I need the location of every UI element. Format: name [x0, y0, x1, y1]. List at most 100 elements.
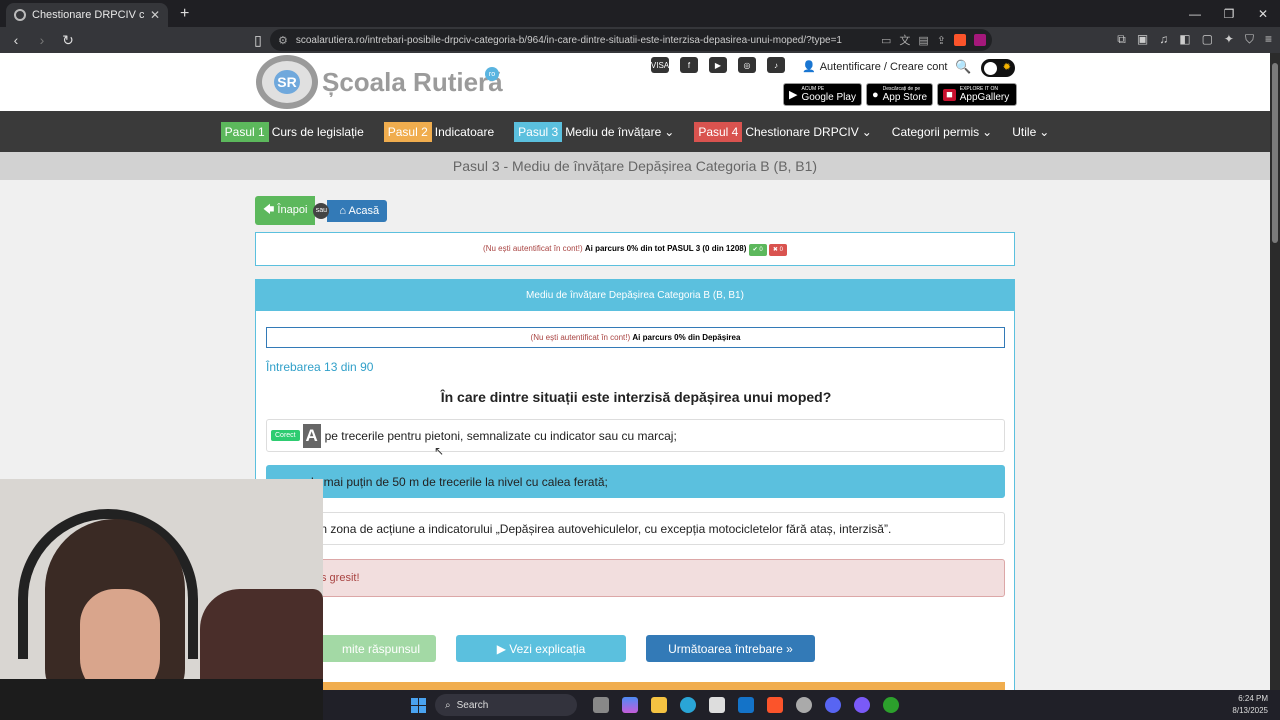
result-alert: s gresit!: [266, 559, 1005, 597]
apple-icon: ●: [871, 88, 879, 101]
menu-icon[interactable]: ≡: [1265, 32, 1272, 47]
nav-pasul-2[interactable]: Pasul 2 Indicatoare: [383, 121, 494, 142]
taskbar-search[interactable]: ⌕ Search: [435, 694, 577, 716]
reload-icon[interactable]: ↻: [58, 32, 78, 49]
reader-icon[interactable]: ▤: [918, 34, 928, 47]
brand-name: Școala Rutieră: [322, 66, 503, 97]
cast-icon[interactable]: ▭: [881, 34, 891, 47]
shield-icon[interactable]: ⛉: [1245, 32, 1254, 47]
screen: Chestionare DRPCIV cat B: În care ✕ + — …: [0, 0, 1280, 720]
answer-text: la mai puțin de 50 m de trecerile la niv…: [311, 474, 608, 489]
brave-shield-icon[interactable]: [954, 34, 966, 46]
next-question-button[interactable]: Următoarea întrebare »: [646, 635, 815, 662]
social-links: VISA f ▶ ◎ ♪: [651, 57, 785, 73]
login-link[interactable]: 👤 Autentificare / Creare cont: [802, 60, 948, 73]
answer-a[interactable]: Corect A pe trecerile pentru pietoni, se…: [266, 419, 1005, 452]
wallet-icon[interactable]: ▣: [1137, 32, 1148, 47]
address-bar[interactable]: ⚙ scoalarutiera.ro/intrebari-posibile-dr…: [270, 29, 992, 51]
store-icon[interactable]: [709, 697, 725, 713]
sidebar-icon[interactable]: ◧: [1179, 32, 1190, 47]
system-clock[interactable]: 6:24 PM 8/13/2025: [1232, 693, 1268, 717]
youtube-icon[interactable]: ▶: [709, 57, 727, 73]
browser-tab[interactable]: Chestionare DRPCIV cat B: În care ✕: [6, 3, 168, 27]
correct-badge: Corect: [271, 430, 300, 441]
close-window-icon[interactable]: ✕: [1246, 0, 1280, 27]
huawei-icon: ■: [943, 88, 956, 101]
answer-text: pe trecerile pentru pietoni, semnalizate…: [324, 428, 677, 443]
wrong-count: ✖ 0: [768, 244, 787, 256]
google-play-badge[interactable]: ▶ ACUM PE Google Play: [783, 83, 862, 106]
brand-badge: ro: [485, 67, 499, 81]
close-tab-icon[interactable]: ✕: [150, 8, 160, 22]
app-store-badge[interactable]: ● Descărcați de pe App Store: [865, 83, 934, 106]
taskbar-apps: [593, 697, 899, 713]
app-store-badges: ▶ ACUM PE Google Play ● Descărcați de pe App…: [783, 83, 1018, 106]
person-shirt: [0, 679, 323, 720]
app-gallery-badge[interactable]: ■ EXPLORE IT ON AppGallery: [937, 83, 1018, 106]
explanation-button[interactable]: ▶ Vezi explicația: [456, 635, 626, 662]
visa-icon: VISA: [651, 57, 669, 73]
tiktok-icon[interactable]: ♪: [767, 57, 785, 73]
question-panel: Mediu de învățare Depășirea Categoria B …: [255, 279, 1015, 690]
answer-b[interactable]: la mai puțin de 50 m de trecerile la niv…: [266, 465, 1005, 498]
media-icon[interactable]: ♫: [1159, 32, 1168, 47]
minimize-icon[interactable]: —: [1178, 0, 1212, 27]
windows-start-icon[interactable]: [411, 698, 426, 713]
main-nav: Pasul 1 Curs de legislație Pasul 2 Indicat…: [0, 111, 1270, 152]
translate-icon[interactable]: 文: [899, 32, 910, 48]
chrome-icon[interactable]: [796, 697, 812, 713]
site-info-icon[interactable]: ⚙: [278, 34, 288, 47]
site-header: SR Școala Rutieră ro VISA f ▶ ◎ ♪ 👤 Auten…: [0, 53, 1270, 111]
answer-text: în zona de acțiune a indicatorului „Depă…: [317, 521, 892, 536]
answer-letter: A: [302, 423, 321, 448]
nav-categorii[interactable]: Categorii permis ⌄: [892, 125, 992, 139]
xbox-icon[interactable]: [883, 697, 899, 713]
question-text: În care dintre situații este interzisă d…: [440, 389, 832, 405]
brave-icon[interactable]: [767, 697, 783, 713]
or-badge: sau: [313, 202, 330, 219]
search-icon: ⌕: [445, 699, 451, 711]
page-scrollbar[interactable]: [1270, 53, 1280, 690]
share-icon[interactable]: ⇪: [937, 34, 946, 47]
home-button[interactable]: ⌂ Acasă: [327, 199, 388, 222]
brave-rewards-icon[interactable]: [974, 34, 986, 46]
theme-toggle[interactable]: ✹: [981, 59, 1015, 77]
discord-icon[interactable]: [825, 697, 841, 713]
page-subtitle: Pasul 3 - Mediu de învățare Depășirea Ca…: [0, 152, 1270, 180]
browser-toolbar: ‹ › ↻ ▯ ⚙ scoalarutiera.ro/intrebari-pos…: [0, 27, 1280, 53]
site-logo[interactable]: SR Școala Rutieră ro: [256, 55, 503, 109]
logo-wheel-icon: SR: [256, 55, 318, 109]
new-tab-icon[interactable]: +: [180, 5, 189, 23]
extensions-bar: ⧉ ▣ ♫ ◧ ▢ ✦ ⛉ ≡: [1117, 32, 1272, 47]
search-icon[interactable]: 🔍: [955, 59, 971, 75]
answer-c[interactable]: în zona de acțiune a indicatorului „Depă…: [266, 512, 1005, 545]
maximize-icon[interactable]: ❐: [1212, 0, 1246, 27]
sun-icon: ✹: [1002, 62, 1011, 73]
user-add-icon: 👤: [802, 61, 816, 73]
copilot-icon[interactable]: [622, 697, 638, 713]
chapter-progress: (Nu ești autentificat în cont!) Ai parcu…: [266, 327, 1005, 348]
forward-icon[interactable]: ›: [32, 32, 52, 48]
bookmark-icon[interactable]: ▯: [248, 32, 268, 49]
back-button[interactable]: 🡄 Înapoi: [255, 196, 316, 225]
nav-pasul-1[interactable]: Pasul 1 Curs de legislație: [220, 121, 364, 142]
play-icon: ▶: [789, 89, 798, 101]
file-explorer-icon[interactable]: [651, 697, 667, 713]
facebook-icon[interactable]: f: [680, 57, 698, 73]
extensions-icon[interactable]: ⧉: [1117, 32, 1126, 47]
nav-pasul-3[interactable]: Pasul 3 Mediu de învățare ⌄: [514, 121, 675, 142]
task-view-icon[interactable]: [593, 697, 609, 713]
nav-pasul-4[interactable]: Pasul 4 Chestionare DRPCIV ⌄: [694, 121, 872, 142]
leo-icon[interactable]: ✦: [1224, 32, 1234, 47]
chevron-down-icon: ⌄: [664, 124, 675, 139]
tab-title: Chestionare DRPCIV cat B: În care: [32, 9, 144, 21]
edge-icon[interactable]: [680, 697, 696, 713]
url-text: scoalarutiera.ro/intrebari-posibile-drpc…: [295, 34, 842, 46]
nav-utile[interactable]: Utile ⌄: [1012, 125, 1049, 139]
chevron-down-icon: ⌄: [861, 124, 872, 139]
vpn-icon[interactable]: ▢: [1202, 32, 1213, 47]
instagram-icon[interactable]: ◎: [738, 57, 756, 73]
outlook-icon[interactable]: [738, 697, 754, 713]
back-icon[interactable]: ‹: [6, 32, 26, 48]
messenger-icon[interactable]: [854, 697, 870, 713]
